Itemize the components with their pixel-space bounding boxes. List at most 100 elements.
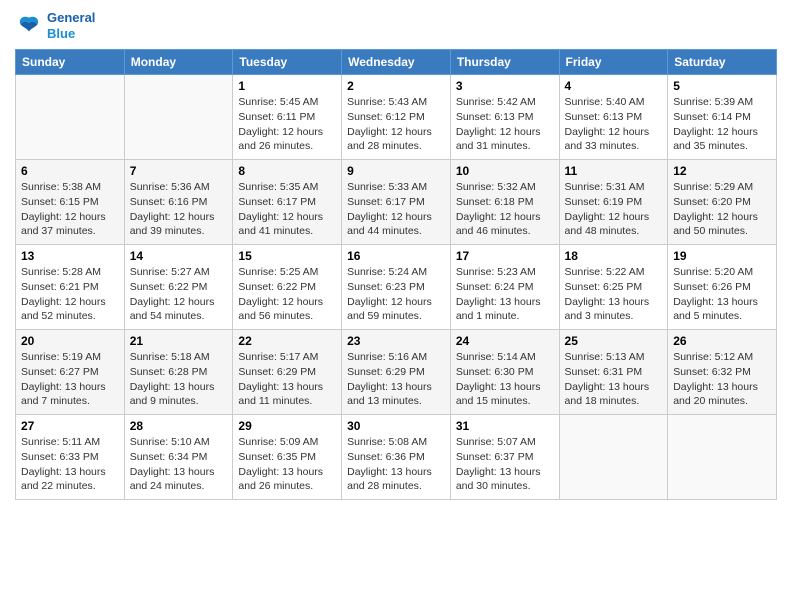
calendar-cell: 3 Sunrise: 5:42 AMSunset: 6:13 PMDaylight… <box>450 75 559 160</box>
day-number: 13 <box>21 249 119 263</box>
day-detail: Sunrise: 5:29 AMSunset: 6:20 PMDaylight:… <box>673 180 771 239</box>
day-detail: Sunrise: 5:43 AMSunset: 6:12 PMDaylight:… <box>347 95 445 154</box>
weekday-header-sunday: Sunday <box>16 50 125 75</box>
day-detail: Sunrise: 5:33 AMSunset: 6:17 PMDaylight:… <box>347 180 445 239</box>
day-detail: Sunrise: 5:36 AMSunset: 6:16 PMDaylight:… <box>130 180 228 239</box>
day-number: 25 <box>565 334 663 348</box>
calendar-cell <box>559 415 668 500</box>
day-number: 14 <box>130 249 228 263</box>
week-row-2: 6Sunrise: 5:38 AMSunset: 6:15 PMDaylight… <box>16 160 777 245</box>
day-number: 29 <box>238 419 336 433</box>
calendar-cell: 19 Sunrise: 5:20 AMSunset: 6:26 PMDayligh… <box>668 245 777 330</box>
day-detail: Sunrise: 5:10 AMSunset: 6:34 PMDaylight:… <box>130 435 228 494</box>
day-number: 26 <box>673 334 771 348</box>
day-detail: Sunrise: 5:17 AMSunset: 6:29 PMDaylight:… <box>238 350 336 409</box>
day-number: 19 <box>673 249 771 263</box>
logo-text: General Blue <box>47 10 95 41</box>
day-detail: Sunrise: 5:13 AMSunset: 6:31 PMDaylight:… <box>565 350 663 409</box>
day-detail: Sunrise: 5:23 AMSunset: 6:24 PMDaylight:… <box>456 265 554 324</box>
day-detail: Sunrise: 5:42 AMSunset: 6:13 PMDaylight:… <box>456 95 554 154</box>
calendar-cell: 23 Sunrise: 5:16 AMSunset: 6:29 PMDayligh… <box>342 330 451 415</box>
day-detail: Sunrise: 5:22 AMSunset: 6:25 PMDaylight:… <box>565 265 663 324</box>
calendar-cell: 4 Sunrise: 5:40 AMSunset: 6:13 PMDaylight… <box>559 75 668 160</box>
weekday-header-row: SundayMondayTuesdayWednesdayThursdayFrid… <box>16 50 777 75</box>
day-detail: Sunrise: 5:27 AMSunset: 6:22 PMDaylight:… <box>130 265 228 324</box>
day-detail: Sunrise: 5:19 AMSunset: 6:27 PMDaylight:… <box>21 350 119 409</box>
calendar-cell: 6Sunrise: 5:38 AMSunset: 6:15 PMDaylight… <box>16 160 125 245</box>
calendar-cell: 25 Sunrise: 5:13 AMSunset: 6:31 PMDayligh… <box>559 330 668 415</box>
calendar-cell <box>124 75 233 160</box>
day-detail: Sunrise: 5:07 AMSunset: 6:37 PMDaylight:… <box>456 435 554 494</box>
calendar-cell: 21 Sunrise: 5:18 AMSunset: 6:28 PMDayligh… <box>124 330 233 415</box>
week-row-4: 20Sunrise: 5:19 AMSunset: 6:27 PMDayligh… <box>16 330 777 415</box>
calendar-cell <box>16 75 125 160</box>
day-detail: Sunrise: 5:39 AMSunset: 6:14 PMDaylight:… <box>673 95 771 154</box>
day-detail: Sunrise: 5:31 AMSunset: 6:19 PMDaylight:… <box>565 180 663 239</box>
day-number: 12 <box>673 164 771 178</box>
day-number: 2 <box>347 79 445 93</box>
calendar-cell: 29 Sunrise: 5:09 AMSunset: 6:35 PMDayligh… <box>233 415 342 500</box>
day-detail: Sunrise: 5:35 AMSunset: 6:17 PMDaylight:… <box>238 180 336 239</box>
calendar-cell: 18 Sunrise: 5:22 AMSunset: 6:25 PMDayligh… <box>559 245 668 330</box>
calendar-cell: 31 Sunrise: 5:07 AMSunset: 6:37 PMDayligh… <box>450 415 559 500</box>
day-number: 4 <box>565 79 663 93</box>
calendar-cell: 16 Sunrise: 5:24 AMSunset: 6:23 PMDayligh… <box>342 245 451 330</box>
day-number: 18 <box>565 249 663 263</box>
page-header: General Blue <box>15 10 777 41</box>
day-number: 3 <box>456 79 554 93</box>
day-detail: Sunrise: 5:08 AMSunset: 6:36 PMDaylight:… <box>347 435 445 494</box>
day-number: 17 <box>456 249 554 263</box>
calendar-cell: 5Sunrise: 5:39 AMSunset: 6:14 PMDaylight… <box>668 75 777 160</box>
day-number: 28 <box>130 419 228 433</box>
calendar-cell: 20Sunrise: 5:19 AMSunset: 6:27 PMDayligh… <box>16 330 125 415</box>
calendar-cell: 26 Sunrise: 5:12 AMSunset: 6:32 PMDayligh… <box>668 330 777 415</box>
calendar-cell: 7 Sunrise: 5:36 AMSunset: 6:16 PMDaylight… <box>124 160 233 245</box>
day-detail: Sunrise: 5:32 AMSunset: 6:18 PMDaylight:… <box>456 180 554 239</box>
calendar-cell: 14 Sunrise: 5:27 AMSunset: 6:22 PMDayligh… <box>124 245 233 330</box>
day-detail: Sunrise: 5:28 AMSunset: 6:21 PMDaylight:… <box>21 265 119 324</box>
week-row-3: 13 Sunrise: 5:28 AMSunset: 6:21 PMDayligh… <box>16 245 777 330</box>
day-detail: Sunrise: 5:20 AMSunset: 6:26 PMDaylight:… <box>673 265 771 324</box>
day-number: 9 <box>347 164 445 178</box>
calendar-cell: 8 Sunrise: 5:35 AMSunset: 6:17 PMDaylight… <box>233 160 342 245</box>
calendar-cell: 9 Sunrise: 5:33 AMSunset: 6:17 PMDaylight… <box>342 160 451 245</box>
calendar-cell: 24Sunrise: 5:14 AMSunset: 6:30 PMDayligh… <box>450 330 559 415</box>
day-number: 11 <box>565 164 663 178</box>
day-number: 16 <box>347 249 445 263</box>
calendar-cell: 17 Sunrise: 5:23 AMSunset: 6:24 PMDayligh… <box>450 245 559 330</box>
calendar-cell <box>668 415 777 500</box>
day-number: 7 <box>130 164 228 178</box>
day-detail: Sunrise: 5:12 AMSunset: 6:32 PMDaylight:… <box>673 350 771 409</box>
calendar-table: SundayMondayTuesdayWednesdayThursdayFrid… <box>15 49 777 500</box>
day-detail: Sunrise: 5:16 AMSunset: 6:29 PMDaylight:… <box>347 350 445 409</box>
day-detail: Sunrise: 5:45 AMSunset: 6:11 PMDaylight:… <box>238 95 336 154</box>
calendar-cell: 13 Sunrise: 5:28 AMSunset: 6:21 PMDayligh… <box>16 245 125 330</box>
day-number: 23 <box>347 334 445 348</box>
weekday-header-monday: Monday <box>124 50 233 75</box>
day-detail: Sunrise: 5:24 AMSunset: 6:23 PMDaylight:… <box>347 265 445 324</box>
day-number: 1 <box>238 79 336 93</box>
logo-icon <box>15 12 43 40</box>
day-number: 31 <box>456 419 554 433</box>
weekday-header-saturday: Saturday <box>668 50 777 75</box>
day-number: 15 <box>238 249 336 263</box>
day-detail: Sunrise: 5:18 AMSunset: 6:28 PMDaylight:… <box>130 350 228 409</box>
calendar-cell: 22 Sunrise: 5:17 AMSunset: 6:29 PMDayligh… <box>233 330 342 415</box>
day-detail: Sunrise: 5:40 AMSunset: 6:13 PMDaylight:… <box>565 95 663 154</box>
calendar-cell: 10Sunrise: 5:32 AMSunset: 6:18 PMDayligh… <box>450 160 559 245</box>
calendar-cell: 28 Sunrise: 5:10 AMSunset: 6:34 PMDayligh… <box>124 415 233 500</box>
weekday-header-tuesday: Tuesday <box>233 50 342 75</box>
day-number: 21 <box>130 334 228 348</box>
week-row-5: 27Sunrise: 5:11 AMSunset: 6:33 PMDayligh… <box>16 415 777 500</box>
day-detail: Sunrise: 5:38 AMSunset: 6:15 PMDaylight:… <box>21 180 119 239</box>
calendar-cell: 2 Sunrise: 5:43 AMSunset: 6:12 PMDaylight… <box>342 75 451 160</box>
day-number: 27 <box>21 419 119 433</box>
calendar-cell: 12 Sunrise: 5:29 AMSunset: 6:20 PMDayligh… <box>668 160 777 245</box>
day-detail: Sunrise: 5:25 AMSunset: 6:22 PMDaylight:… <box>238 265 336 324</box>
day-number: 22 <box>238 334 336 348</box>
day-detail: Sunrise: 5:09 AMSunset: 6:35 PMDaylight:… <box>238 435 336 494</box>
weekday-header-friday: Friday <box>559 50 668 75</box>
calendar-cell: 11 Sunrise: 5:31 AMSunset: 6:19 PMDayligh… <box>559 160 668 245</box>
calendar-cell: 15 Sunrise: 5:25 AMSunset: 6:22 PMDayligh… <box>233 245 342 330</box>
day-number: 8 <box>238 164 336 178</box>
